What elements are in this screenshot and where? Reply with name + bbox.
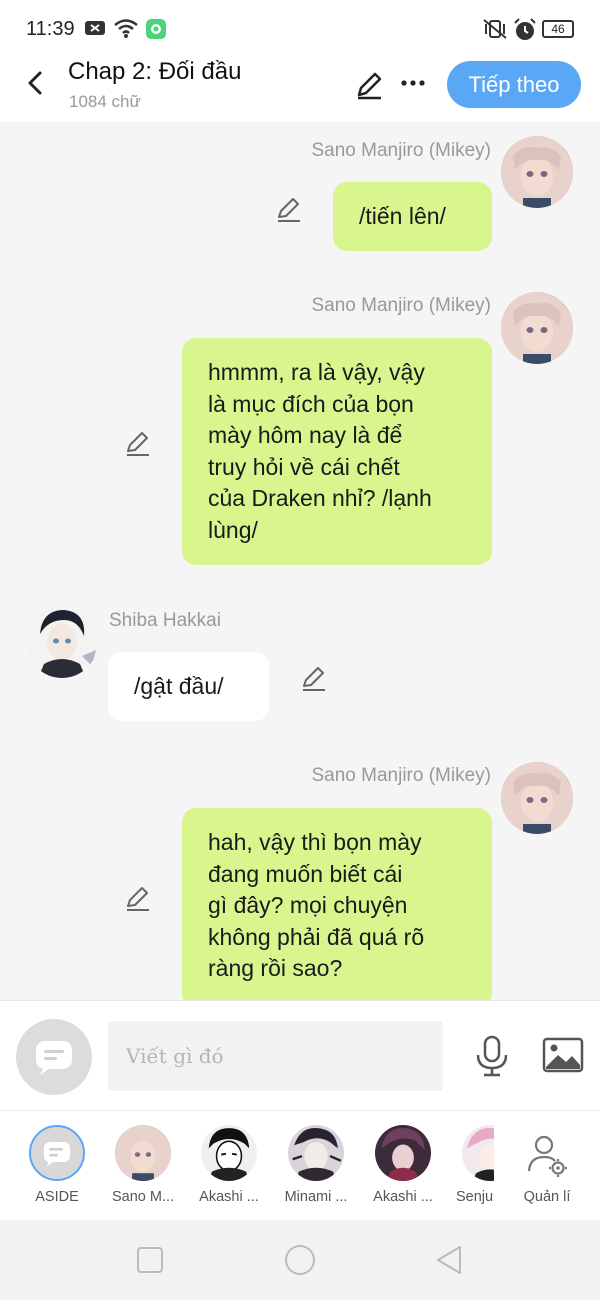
hakkai-avatar[interactable] [26,606,98,678]
wifi-icon [114,19,138,38]
message-input-bar [0,1000,600,1110]
character-akashi-2[interactable]: Akashi ... [363,1123,443,1218]
character-label: Akashi ... [373,1189,433,1205]
message-line: hah, vậy thì bọn mày [208,829,422,855]
more-options-icon[interactable] [400,70,426,96]
aside-toggle-button[interactable] [16,1019,92,1095]
manage-label: Quản lí [523,1189,571,1205]
edit-message-icon[interactable] [124,884,152,912]
system-navigation-bar [0,1220,600,1300]
alarm-icon [514,18,536,40]
manage-characters-button[interactable]: Quản lí [512,1123,582,1218]
message-line: là mục đích của bọn [208,390,414,417]
message-bubble[interactable]: hmmm, ra là vậy, vậy là mục đích của bọn… [182,338,492,565]
character-sano[interactable]: Sano M... [103,1123,183,1218]
message-line: gì đây? mọi chuyện [208,892,408,918]
character-aside[interactable]: ASIDE [17,1123,97,1218]
message-sender: Shiba Hakkai [109,610,221,631]
microphone-icon[interactable] [474,1035,510,1077]
character-senju[interactable]: Senju [448,1123,494,1218]
message-line: không phải đã quá rõ [208,923,425,950]
chat-bubble-icon [44,1142,70,1166]
image-icon[interactable] [542,1037,584,1073]
close-notification-icon [85,21,105,35]
message-line: mày hôm nay là để [208,422,403,448]
message-input[interactable] [108,1021,443,1091]
chat-bubble-icon [36,1041,72,1075]
mikey-avatar[interactable] [501,762,573,834]
character-akashi-1[interactable]: Akashi ... [189,1123,269,1218]
message-line: ràng rồi sao? [208,955,343,981]
character-label: ASIDE [35,1189,79,1205]
message-sender: Sano Manjiro (Mikey) [311,140,492,161]
message-sender: Sano Manjiro (Mikey) [311,765,492,786]
next-chapter-button[interactable]: Tiếp theo [447,61,581,108]
message-bubble[interactable]: hah, vậy thì bọn mày đang muốn biết cái … [182,808,492,1000]
character-label: Minami ... [284,1189,348,1205]
edit-message-icon[interactable] [275,195,303,223]
word-count: 1084 chữ [69,92,141,111]
character-selector: ASIDE Sano M... Akashi ... Minami ... Ak… [0,1110,600,1220]
character-label: Sano M... [111,1189,175,1205]
battery-icon: 46 [542,20,574,38]
character-avatar [288,1125,344,1181]
chat-area[interactable]: Sano Manjiro (Mikey) /tiến lên/ Sano Man… [0,122,600,1000]
aside-avatar [29,1125,85,1181]
edit-message-icon[interactable] [300,664,328,692]
mikey-avatar[interactable] [501,136,573,208]
back-arrow-icon[interactable] [22,68,50,98]
mikey-avatar[interactable] [501,292,573,364]
message-line: truy hỏi về cái chết [208,453,400,480]
status-time: 11:39 [26,18,75,40]
chapter-header: Chap 2: Đối đầu 1084 chữ Tiếp theo [0,56,600,122]
recents-square-icon[interactable] [132,1242,168,1278]
message-line: đang muốn biết cái [208,860,403,887]
app-notification-icon [146,19,166,39]
user-settings-icon [527,1135,567,1177]
message-line: lùng/ [208,516,258,543]
message-line: /tiến lên/ [359,203,446,229]
character-avatar [375,1125,431,1181]
message-line: hmmm, ra là vậy, vậy [208,359,425,385]
character-minami[interactable]: Minami ... [276,1123,356,1218]
back-triangle-icon[interactable] [432,1242,468,1278]
message-bubble[interactable]: /tiến lên/ [333,182,492,251]
character-label: Akashi ... [199,1189,259,1205]
chapter-title: Chap 2: Đối đầu [68,58,242,85]
edit-chapter-icon[interactable] [354,70,384,100]
status-bar: 11:39 46 [0,0,600,56]
home-circle-icon[interactable] [282,1242,318,1278]
character-avatar [201,1125,257,1181]
message-line: /gật đầu/ [134,673,224,699]
edit-message-icon[interactable] [124,429,152,457]
character-avatar [115,1125,171,1181]
character-avatar [462,1125,494,1181]
message-bubble[interactable]: /gật đầu/ [108,652,269,721]
vibrate-icon [483,19,507,39]
character-label: Senju [456,1189,494,1205]
message-sender: Sano Manjiro (Mikey) [311,295,492,316]
message-line: của Draken nhỉ? /lạnh [208,485,432,511]
